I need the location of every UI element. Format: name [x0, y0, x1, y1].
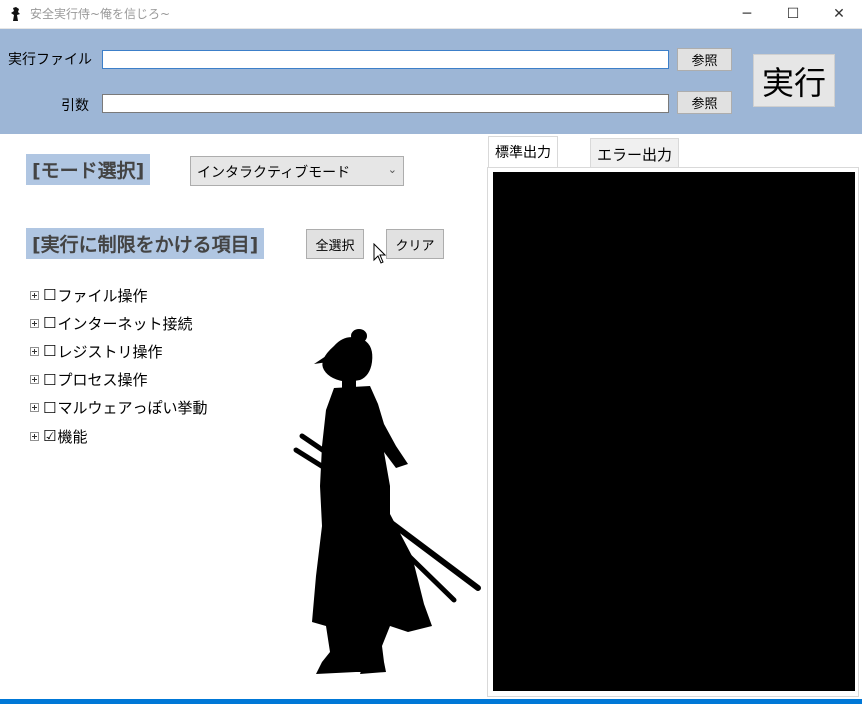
restriction-tree: ☐ ファイル操作 ☐ インターネット接続 ☐ レジストリ操作 ☐ プロセス操作 …: [30, 281, 207, 450]
exe-label: 実行ファイル: [8, 52, 92, 68]
tree-item-file-ops[interactable]: ☐ ファイル操作: [30, 281, 207, 309]
tree-expand-icon[interactable]: [30, 290, 39, 300]
samurai-silhouette: [293, 329, 481, 674]
args-input[interactable]: [102, 94, 669, 113]
tree-item-label: マルウェアっぽい挙動: [57, 399, 208, 418]
browse-exe-button[interactable]: 参照: [677, 48, 732, 71]
run-button[interactable]: 実行: [753, 54, 835, 107]
checkbox[interactable]: ☐: [43, 399, 56, 417]
checkbox[interactable]: ☐: [43, 286, 56, 304]
maximize-button[interactable]: ☐: [770, 0, 816, 28]
close-button[interactable]: ✕: [816, 0, 862, 28]
tab-stdout[interactable]: 標準出力: [488, 136, 558, 168]
mouse-pointer-icon: [373, 243, 387, 264]
tree-expand-icon[interactable]: [30, 375, 39, 385]
mode-select[interactable]: インタラクティブモード ⌄: [190, 156, 404, 186]
tree-item-label: ファイル操作: [57, 286, 148, 305]
checkbox[interactable]: ☑: [43, 427, 56, 445]
checkbox[interactable]: ☐: [43, 314, 56, 332]
mode-select-value: インタラクティブモード: [197, 165, 351, 181]
samurai-icon: [11, 7, 20, 21]
chevron-down-icon: ⌄: [387, 163, 397, 176]
window-title: 安全実行侍~俺を信じろ~: [30, 7, 171, 21]
mode-section-title: [モード選択]: [26, 154, 151, 185]
tree-item-internet[interactable]: ☐ インターネット接続: [30, 309, 207, 337]
clear-button[interactable]: クリア: [386, 229, 444, 259]
tree-item-label: レジストリ操作: [57, 342, 163, 361]
tree-expand-icon[interactable]: [30, 403, 39, 413]
tree-item-label: プロセス操作: [57, 371, 148, 390]
args-label: 引数: [61, 98, 89, 114]
exe-path-input[interactable]: [102, 50, 669, 69]
select-all-button[interactable]: 全選択: [306, 229, 364, 259]
checkbox[interactable]: ☐: [43, 342, 56, 360]
taskbar-accent: [0, 699, 862, 704]
browse-args-button[interactable]: 参照: [677, 91, 732, 114]
title-bar: 安全実行侍~俺を信じろ~ ─ ☐ ✕: [0, 0, 862, 29]
tab-stderr[interactable]: エラー出力: [590, 138, 680, 168]
tree-item-label: インターネット接続: [57, 314, 193, 333]
tree-expand-icon[interactable]: [30, 431, 39, 441]
checkbox[interactable]: ☐: [43, 371, 56, 389]
tree-item-process[interactable]: ☐ プロセス操作: [30, 366, 207, 394]
tree-item-features[interactable]: ☑ 機能: [30, 422, 207, 450]
tree-item-registry[interactable]: ☐ レジストリ操作: [30, 337, 207, 365]
minimize-button[interactable]: ─: [724, 0, 770, 28]
tree-item-malware[interactable]: ☐ マルウェアっぽい挙動: [30, 394, 207, 422]
tree-item-label: 機能: [57, 427, 88, 446]
tree-expand-icon[interactable]: [30, 318, 39, 328]
header-panel: [0, 29, 862, 134]
stdout-console[interactable]: [493, 172, 855, 691]
restrictions-section-title: [実行に制限をかける項目]: [26, 228, 265, 259]
tree-expand-icon[interactable]: [30, 346, 39, 356]
